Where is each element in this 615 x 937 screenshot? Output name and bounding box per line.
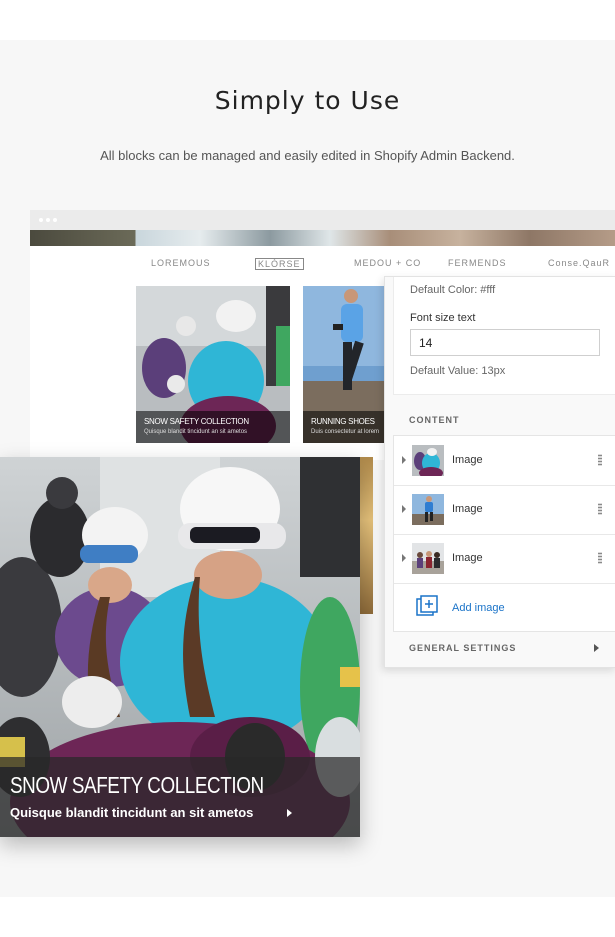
content-item-image[interactable]: Image [394, 436, 615, 486]
expand-caret-icon[interactable] [402, 456, 406, 464]
brand-logo[interactable]: LOREMOUS [151, 258, 211, 268]
hero-image-strip [30, 230, 615, 246]
featured-card-title: SNOW SAFETY COLLECTION [10, 772, 264, 798]
content-item-label: Image [452, 454, 483, 466]
text-settings-group: Default Color: #fff Font size text Defau… [393, 277, 615, 395]
drag-handle-icon[interactable] [598, 552, 602, 564]
group-thumb-icon [412, 543, 444, 574]
admin-settings-panel: Default Color: #fff Font size text Defau… [384, 276, 615, 668]
section-title: Simply to Use [214, 86, 401, 115]
card-title: RUNNING SHOES [311, 417, 375, 426]
collection-card-running[interactable]: RUNNING SHOES Duis consectetur at lorem [303, 286, 384, 443]
add-image-label: Add image [452, 602, 505, 614]
content-block-list: Image Image Image Add image [393, 435, 615, 632]
featured-collection-card[interactable]: SNOW SAFETY COLLECTION Quisque blandit t… [0, 457, 360, 837]
expand-caret-icon[interactable] [402, 505, 406, 513]
default-color-hint: Default Color: #fff [410, 284, 496, 296]
brand-logo[interactable]: MEDOU + CO [354, 258, 421, 268]
card-title: SNOW SAFETY COLLECTION [144, 417, 249, 426]
brand-logo-row: LOREMOUS KLÓRSE MEDOU + CO FERMENDS Cons… [136, 258, 615, 274]
content-item-label: Image [452, 503, 483, 515]
featured-card-caption: SNOW SAFETY COLLECTION Quisque blandit t… [0, 757, 360, 837]
content-item-image[interactable]: Image [394, 485, 615, 535]
card-caption: SNOW SAFETY COLLECTION Quisque blandit t… [136, 411, 290, 443]
collection-card-snow[interactable]: SNOW SAFETY COLLECTION Quisque blandit t… [136, 286, 290, 443]
general-settings-toggle[interactable]: GENERAL SETTINGS [409, 643, 516, 653]
window-dot-icon [53, 218, 57, 222]
chevron-right-icon[interactable] [287, 809, 292, 817]
window-dot-icon [39, 218, 43, 222]
adjacent-card-edge [360, 457, 373, 614]
featured-card-subtitle[interactable]: Quisque blandit tincidunt an sit ametos [10, 805, 253, 820]
window-dot-icon [46, 218, 50, 222]
add-image-button[interactable]: Add image [394, 583, 615, 631]
default-value-hint: Default Value: 13px [410, 365, 506, 377]
brand-logo[interactable]: FERMENDS [448, 258, 507, 268]
expand-caret-icon[interactable] [402, 554, 406, 562]
brand-logo[interactable]: Conse.QauR [548, 258, 610, 268]
card-subtitle: Duis consectetur at lorem [311, 429, 380, 435]
content-item-label: Image [452, 552, 483, 564]
snow-thumb-icon [412, 445, 444, 476]
runner-thumb-icon [412, 494, 444, 525]
browser-title-bar [30, 210, 615, 230]
content-heading: CONTENT [409, 415, 460, 425]
drag-handle-icon[interactable] [598, 454, 602, 466]
card-caption: RUNNING SHOES Duis consectetur at lorem [303, 411, 384, 443]
font-size-input[interactable] [410, 329, 600, 356]
section-subtitle: All blocks can be managed and easily edi… [100, 148, 515, 163]
chevron-right-icon[interactable] [594, 644, 599, 652]
drag-handle-icon[interactable] [598, 503, 602, 515]
card-subtitle: Quisque blandit tincidunt an sit ametos [144, 429, 248, 435]
font-size-label: Font size text [410, 312, 476, 324]
add-image-icon [416, 595, 438, 616]
brand-logo[interactable]: KLÓRSE [255, 258, 304, 270]
content-item-image[interactable]: Image [394, 534, 615, 584]
